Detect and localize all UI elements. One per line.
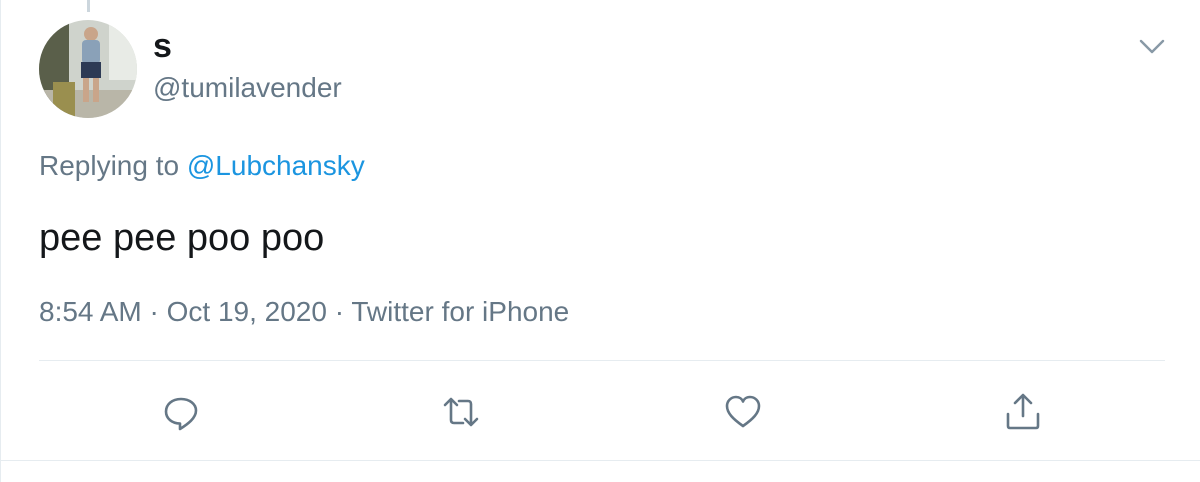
tweet-card: s @tumilavender Replying to @Lubchansky … [0, 0, 1200, 482]
user-display-name[interactable]: s [153, 26, 172, 66]
like-button[interactable] [721, 390, 765, 434]
reply-button[interactable] [159, 390, 203, 434]
tweet-date[interactable]: Oct 19, 2020 [167, 296, 327, 327]
reply-mention-link[interactable]: @Lubchansky [187, 150, 365, 181]
meta-separator: · [334, 296, 345, 327]
divider [39, 360, 1165, 361]
more-options-chevron-icon[interactable] [1135, 34, 1169, 58]
replying-to-label: Replying to [39, 150, 180, 181]
retweet-icon [443, 397, 479, 427]
like-icon [725, 395, 761, 428]
meta-separator: · [149, 296, 159, 327]
reply-icon [164, 397, 198, 431]
share-button[interactable] [1001, 390, 1045, 434]
tweet-metadata: 8:54 AM · Oct 19, 2020 · Twitter for iPh… [39, 294, 569, 330]
replying-to-line: Replying to @Lubchansky [39, 148, 365, 184]
user-handle[interactable]: @tumilavender [153, 70, 342, 106]
share-icon [1006, 393, 1040, 430]
avatar[interactable] [39, 20, 137, 118]
avatar-photo [39, 20, 137, 118]
tweet-time[interactable]: 8:54 AM [39, 296, 142, 327]
tweet-text: pee pee poo poo [39, 217, 325, 259]
thread-connector-line [87, 0, 90, 12]
tweet-source[interactable]: Twitter for iPhone [351, 296, 569, 327]
retweet-button[interactable] [439, 390, 483, 434]
card-bottom-border [1, 460, 1200, 461]
